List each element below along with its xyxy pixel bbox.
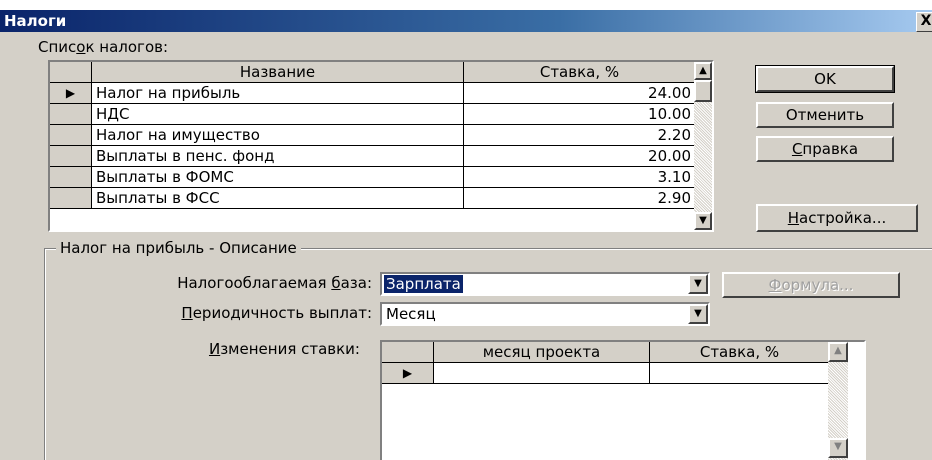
scroll-down-icon[interactable]: ▼: [828, 438, 848, 458]
tax-name-cell[interactable]: Выплаты в пенс. фонд: [91, 145, 464, 167]
formula-button[interactable]: Формула...: [722, 272, 900, 298]
dropdown-icon[interactable]: ▼: [688, 274, 708, 294]
settings-button[interactable]: Настройка...: [756, 204, 918, 232]
rate-changes-label: Изменения ставки:: [100, 340, 360, 358]
settings-label: астройка...: [799, 209, 887, 227]
scroll-thumb[interactable]: [694, 80, 712, 102]
tax-table: Название Ставка, % ▶ Налог на прибыль 24…: [50, 62, 696, 209]
tax-name-cell[interactable]: Налог на имущество: [91, 124, 464, 146]
rate-changes-header: месяц проекта Ставка, %: [382, 342, 830, 363]
taxes-dialog: Налоги X Список налогов: Название Ставка…: [0, 10, 932, 460]
table-row[interactable]: Выплаты в ФОМС 3.10: [50, 166, 696, 188]
row-indicator: [50, 187, 92, 209]
periodicity-value: Месяц: [386, 305, 436, 323]
row-indicator: [50, 166, 92, 188]
column-header-rate[interactable]: Ставка, %: [463, 62, 696, 83]
tax-list-label: Список налогов:: [38, 38, 168, 56]
periodicity-combo[interactable]: Месяц ▼: [380, 302, 710, 326]
settings-accel: Н: [787, 209, 800, 227]
tax-rate-cell[interactable]: 2.20: [463, 124, 696, 146]
column-header-name[interactable]: Название: [91, 62, 464, 83]
title-bar: Налоги X: [0, 10, 932, 32]
help-accel: С: [791, 140, 803, 158]
tax-name-cell[interactable]: Налог на прибыль: [91, 82, 464, 104]
table-row[interactable]: НДС 10.00: [50, 103, 696, 125]
taxable-base-label: Налогооблагаемая база:: [72, 274, 372, 292]
changes-label-part: зменения ставки:: [220, 340, 360, 358]
formula-label: ормула...: [781, 276, 854, 294]
scroll-up-icon[interactable]: ▲: [694, 62, 712, 80]
period-label-accel: П: [181, 304, 193, 322]
description-group-title: Налог на прибыль - Описание: [56, 239, 301, 257]
tax-name-cell[interactable]: Выплаты в ФСС: [91, 187, 464, 209]
row-pointer-icon: ▶: [382, 362, 434, 384]
table-row[interactable]: ▶ Налог на прибыль 24.00: [50, 82, 696, 104]
periodicity-label: Периодичность выплат:: [72, 304, 372, 322]
table-row[interactable]: Выплаты в ФСС 2.90: [50, 187, 696, 209]
tax-rate-cell[interactable]: 2.90: [463, 187, 696, 209]
row-indicator: [50, 103, 92, 125]
tax-table-header: Название Ставка, %: [50, 62, 696, 83]
rate-changes-scrollbar[interactable]: ▲ ▼: [828, 342, 848, 460]
taxable-base-value: Зарплата: [383, 274, 464, 294]
cancel-button[interactable]: Отменить: [756, 102, 894, 128]
ok-button[interactable]: OK: [755, 65, 895, 93]
column-header-rate[interactable]: Ставка, %: [649, 342, 830, 363]
tax-rate-cell[interactable]: 24.00: [463, 82, 696, 104]
formula-accel: Ф: [768, 276, 782, 294]
rate-changes-table: месяц проекта Ставка, % ▶: [382, 342, 830, 384]
taxable-base-combo[interactable]: Зарплата ▼: [380, 272, 710, 296]
window-title: Налоги: [4, 12, 67, 30]
table-row[interactable]: Выплаты в пенс. фонд 20.00: [50, 145, 696, 167]
table-row[interactable]: ▶: [382, 362, 830, 384]
table-row[interactable]: Налог на имущество 2.20: [50, 124, 696, 146]
dropdown-icon[interactable]: ▼: [688, 304, 708, 324]
base-label-part: Налогооблагаемая: [177, 274, 332, 292]
tax-rate-cell[interactable]: 3.10: [463, 166, 696, 188]
tax-name-cell[interactable]: НДС: [91, 103, 464, 125]
corner-cell: [50, 62, 92, 83]
base-label-part: аза:: [340, 274, 372, 292]
help-label: правка: [802, 140, 859, 158]
tax-name-cell[interactable]: Выплаты в ФОМС: [91, 166, 464, 188]
rate-cell[interactable]: [649, 362, 830, 384]
close-button[interactable]: X: [916, 12, 932, 32]
corner-cell: [382, 342, 434, 363]
tax-grid[interactable]: Название Ставка, % ▶ Налог на прибыль 24…: [48, 60, 714, 232]
base-label-accel: б: [331, 274, 341, 292]
help-button[interactable]: Справка: [756, 136, 894, 162]
row-indicator: [50, 124, 92, 146]
scroll-up-icon[interactable]: ▲: [828, 342, 848, 362]
changes-label-accel: И: [208, 340, 221, 358]
tax-rate-cell[interactable]: 10.00: [463, 103, 696, 125]
period-label-part: ериодичность выплат:: [192, 304, 372, 322]
scroll-down-icon[interactable]: ▼: [694, 212, 712, 230]
column-header-month[interactable]: месяц проекта: [433, 342, 650, 363]
row-pointer-icon: ▶: [50, 82, 92, 104]
row-indicator: [50, 145, 92, 167]
tax-list-label-part: к налогов:: [85, 38, 169, 56]
rate-changes-grid[interactable]: месяц проекта Ставка, % ▶ ▲ ▼: [380, 340, 866, 460]
tax-list-label-part: Спис: [38, 38, 77, 56]
tax-grid-scrollbar[interactable]: ▲ ▼: [694, 62, 712, 230]
month-cell[interactable]: [433, 362, 650, 384]
tax-rate-cell[interactable]: 20.00: [463, 145, 696, 167]
